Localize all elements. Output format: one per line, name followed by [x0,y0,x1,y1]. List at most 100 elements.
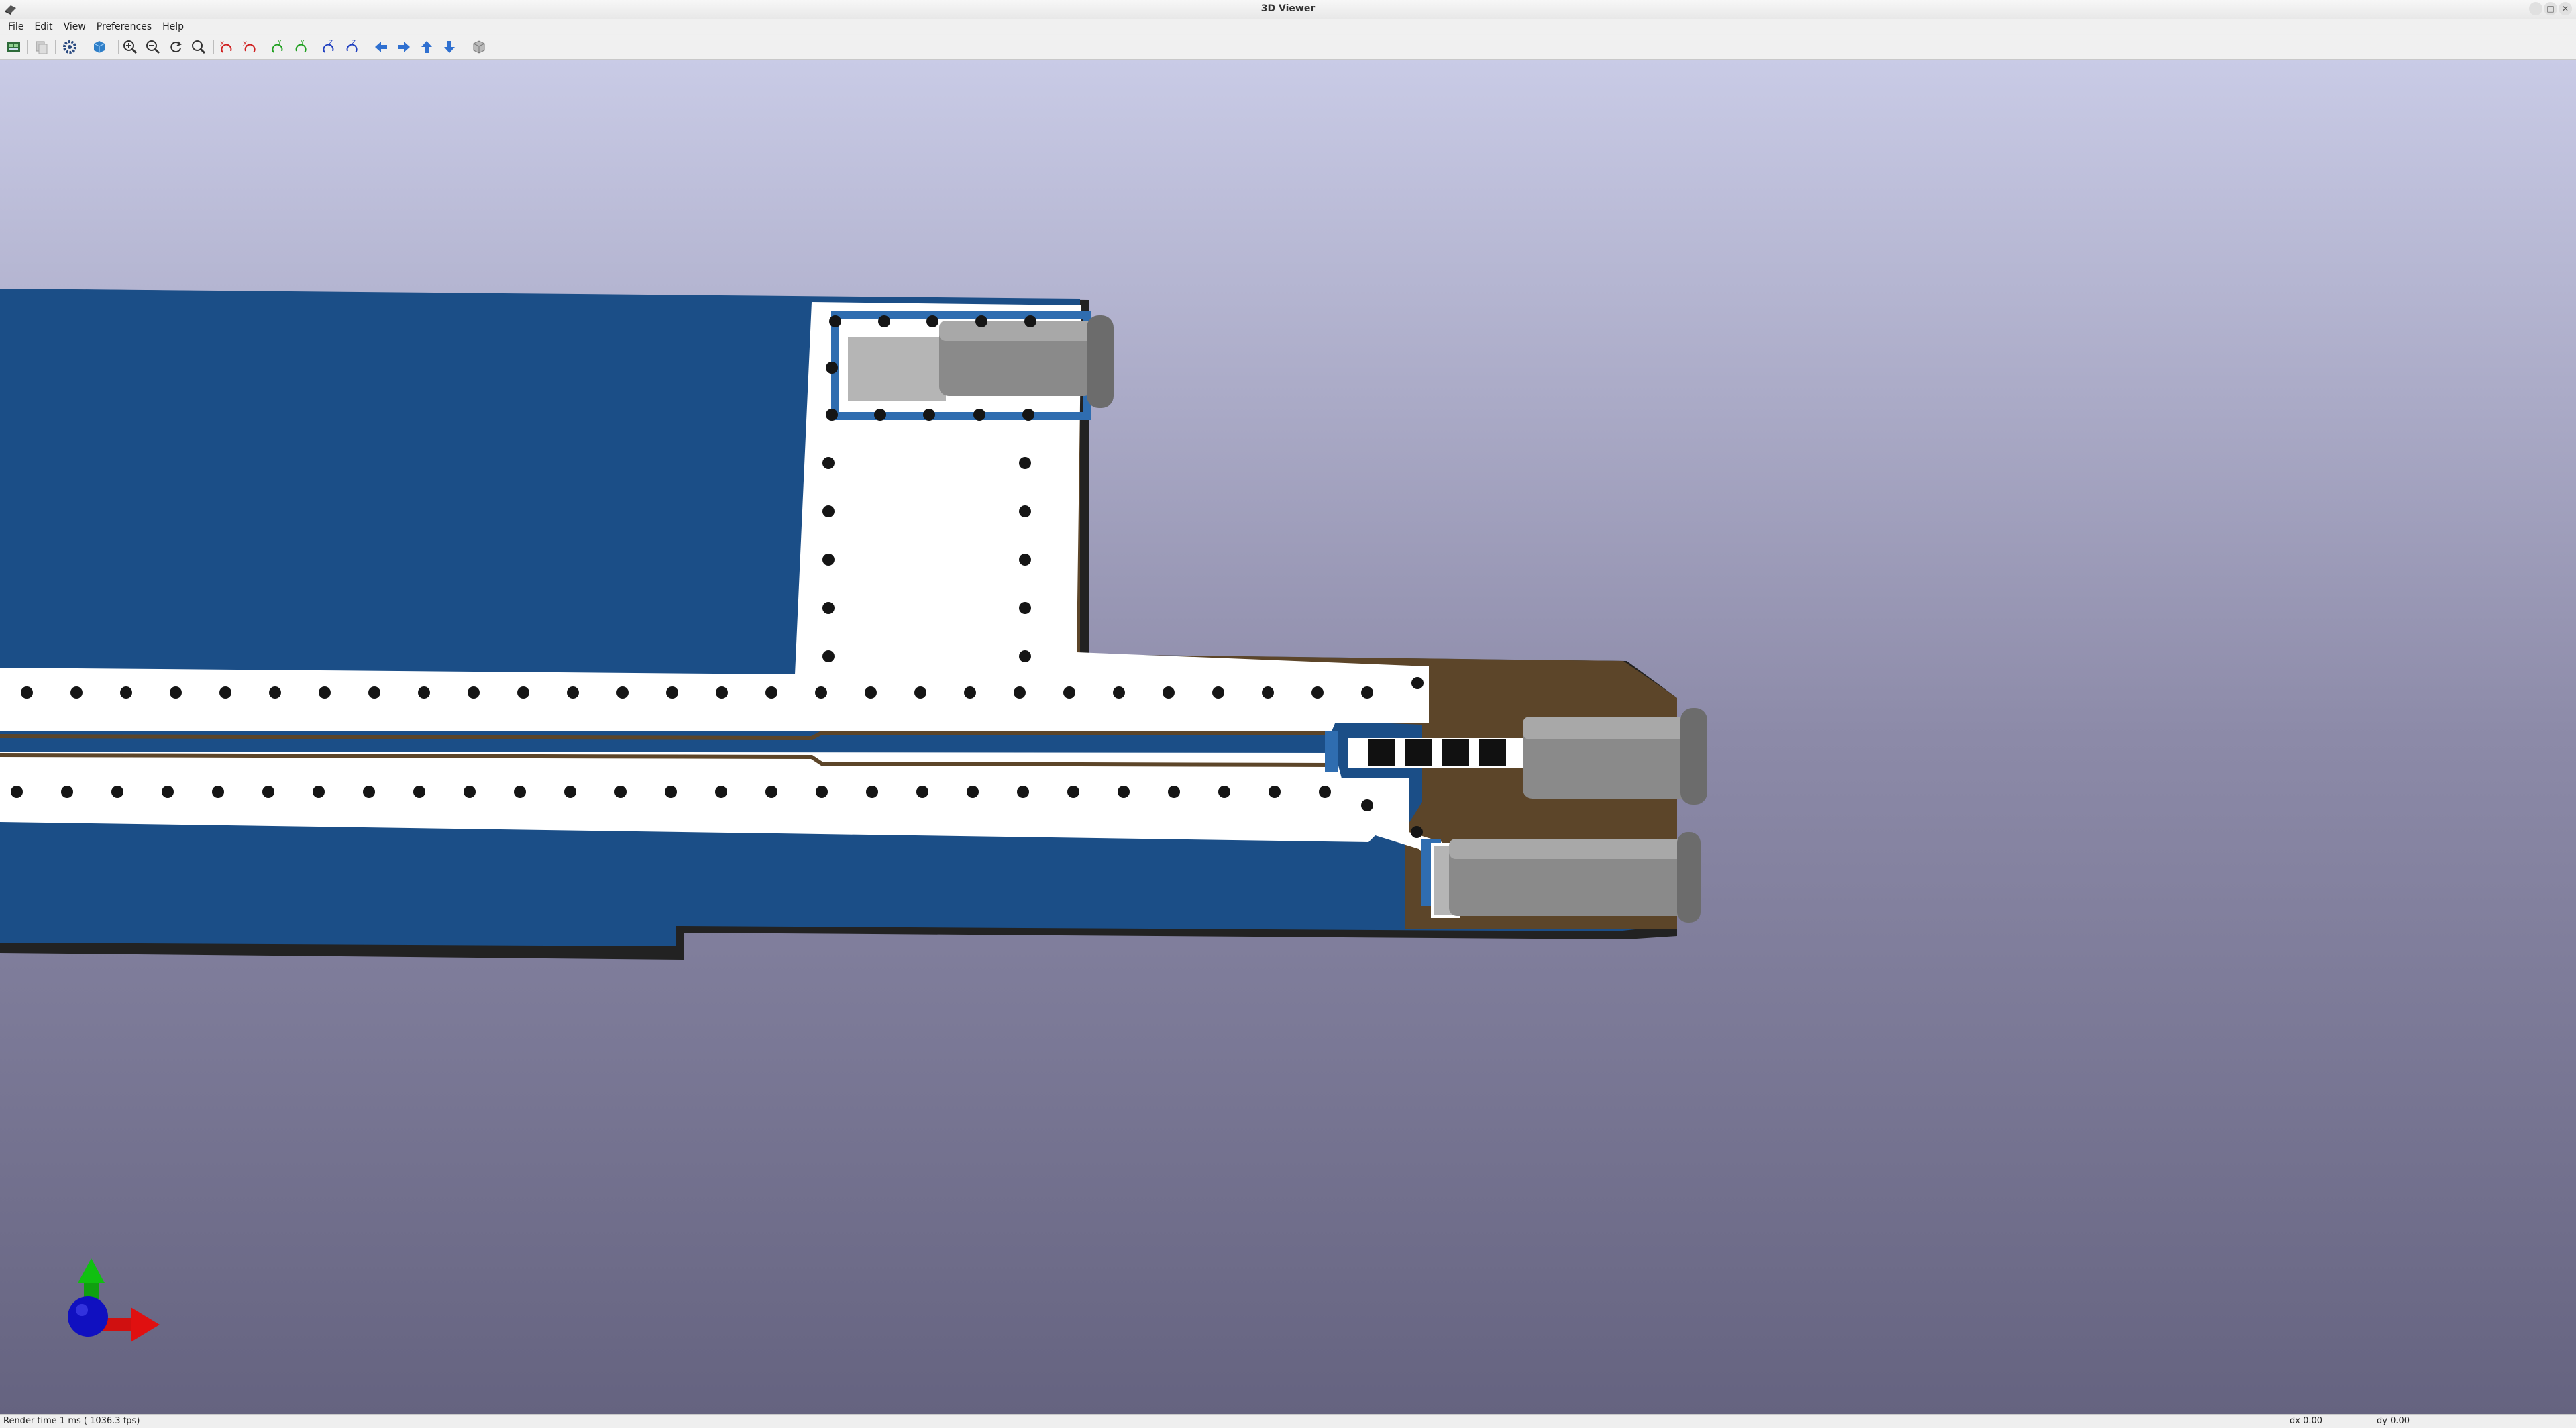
redraw-icon[interactable] [166,38,185,56]
top-connector-highlight [939,321,1093,341]
via-hole [1218,786,1230,798]
via-hole [1319,786,1331,798]
via-hole [1019,650,1031,662]
via-hole [822,505,835,517]
via-hole [816,786,828,798]
via-hole [21,686,33,699]
via-hole [815,686,827,699]
raytracing-cube-icon[interactable] [90,38,109,56]
via-hole [916,786,928,798]
settings-gear-icon[interactable] [60,38,79,56]
via-hole [967,786,979,798]
via-hole [1118,786,1130,798]
zoom-in-icon[interactable] [121,38,140,56]
3d-viewport[interactable] [0,60,2576,1414]
via-hole [1017,786,1029,798]
pan-right-icon[interactable] [394,38,413,56]
via-hole [878,315,890,327]
render-time-text: Render time 1 ms ( 1036.3 fps) [3,1416,140,1426]
maximize-button[interactable]: □ [2544,2,2557,15]
via-hole [826,362,838,374]
via-hole [70,686,83,699]
via-hole [1063,686,1075,699]
via-hole [926,315,938,327]
via-hole [1269,786,1281,798]
bottom-connector-cap [1677,832,1701,923]
via-hole [212,786,224,798]
via-hole [822,554,835,566]
via-hole [1163,686,1175,699]
menu-help[interactable]: Help [158,19,188,34]
via-hole [514,786,526,798]
via-hole [822,457,835,469]
via-hole [564,786,576,798]
via-hole [1113,686,1125,699]
menu-edit[interactable]: Edit [30,19,56,34]
via-hole [1361,799,1373,811]
via-hole [666,686,678,699]
via-hole [1212,686,1224,699]
via-hole [269,686,281,699]
via-hole [914,686,926,699]
pan-left-icon[interactable] [372,38,390,56]
axis-y-shaft [84,1282,99,1299]
render-options-icon[interactable] [4,38,23,56]
via-hole [363,786,375,798]
pan-down-icon[interactable] [440,38,459,56]
zoom-out-icon[interactable] [144,38,162,56]
via-hole [1014,686,1026,699]
via-hole [313,786,325,798]
rotate-x-ccw-icon[interactable]: X [240,38,259,56]
window-controls: – □ ✕ [2529,2,2572,15]
via-hole [464,786,476,798]
via-hole [1311,686,1324,699]
menu-file[interactable]: File [4,19,28,34]
menu-bar: File Edit View Preferences Help [0,19,2576,34]
via-hole [822,602,835,614]
axis-z-highlight [76,1304,88,1316]
via-hole [765,786,777,798]
dx-readout: dx 0.00 [2290,1416,2323,1426]
via-hole [822,650,835,662]
via-hole [11,786,23,798]
via-hole [614,786,627,798]
rotate-x-cw-icon[interactable]: X [217,38,236,56]
via-hole [61,786,73,798]
rotate-y-ccw-icon[interactable]: Y [291,38,310,56]
via-hole [826,409,838,421]
menu-view[interactable]: View [60,19,90,34]
via-hole [418,686,430,699]
via-hole [874,409,886,421]
via-hole [567,686,579,699]
status-bar: Render time 1 ms ( 1036.3 fps) dx 0.00 d… [0,1414,2576,1428]
via-hole [1024,315,1036,327]
via-hole [1067,786,1079,798]
via-hole [1411,826,1423,838]
axis-y-arrow [78,1258,105,1283]
menu-preferences[interactable]: Preferences [93,19,156,34]
via-hole [368,686,380,699]
pan-up-icon[interactable] [417,38,436,56]
rotate-z-cw-icon[interactable]: Z [319,38,338,56]
via-hole [262,786,274,798]
orthographic-cube-icon[interactable] [470,38,488,56]
via-hole [120,686,132,699]
via-hole [1411,677,1424,689]
via-hole [866,786,878,798]
via-hole [1022,409,1034,421]
copy-image-icon[interactable] [32,38,51,56]
zoom-fit-icon[interactable] [189,38,208,56]
close-button[interactable]: ✕ [2559,2,2572,15]
rotate-y-cw-icon[interactable]: Y [268,38,287,56]
via-hole [1019,505,1031,517]
minimize-button[interactable]: – [2529,2,2542,15]
via-hole [665,786,677,798]
via-hole [517,686,529,699]
title-bar: 3D Viewer – □ ✕ [0,0,2576,19]
rotate-z-ccw-icon[interactable]: Z [342,38,361,56]
axis-z-sphere [68,1296,108,1337]
via-hole [111,786,123,798]
via-hole [964,686,976,699]
via-hole [765,686,777,699]
bottom-connector-highlight [1449,839,1687,859]
